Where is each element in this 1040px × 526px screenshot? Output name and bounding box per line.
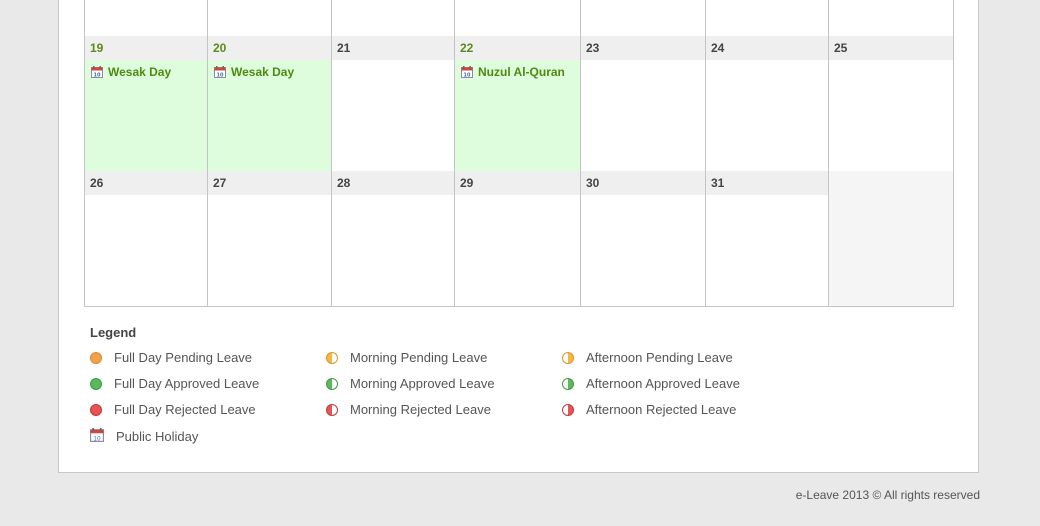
- legend-label: Afternoon Approved Leave: [586, 376, 740, 391]
- legend-item-full-pending: Full Day Pending Leave: [90, 350, 252, 365]
- calendar-icon: 10: [214, 66, 226, 78]
- legend-item-public-holiday: 10 Public Holiday: [90, 428, 198, 445]
- day-number: 23: [581, 36, 706, 60]
- day-number: 28: [332, 171, 455, 195]
- day-cell-19[interactable]: 19 10 Wesak Day: [84, 36, 208, 172]
- day-number: 29: [455, 171, 581, 195]
- legend-item-afternoon-rejected: Afternoon Rejected Leave: [562, 402, 736, 417]
- legend-item-morning-pending: Morning Pending Leave: [326, 350, 487, 365]
- legend-item-afternoon-approved: Afternoon Approved Leave: [562, 376, 740, 391]
- day-cell-30[interactable]: 30: [580, 171, 706, 307]
- day-number: 31: [706, 171, 829, 195]
- day-number: 26: [85, 171, 208, 195]
- legend-label: Afternoon Rejected Leave: [586, 402, 737, 417]
- event-label: Wesak Day: [108, 65, 172, 79]
- morning-pending-dot-icon: [326, 351, 338, 364]
- day-cell-29[interactable]: 29: [454, 171, 581, 307]
- svg-text:10: 10: [93, 436, 101, 442]
- legend-label: Morning Rejected Leave: [350, 402, 491, 417]
- day-cell-28[interactable]: 28: [331, 171, 455, 307]
- legend-label: Public Holiday: [116, 429, 199, 444]
- day-cell-27[interactable]: 27: [207, 171, 332, 307]
- holiday-event[interactable]: 10 Wesak Day: [214, 65, 294, 79]
- day-cell-20[interactable]: 20 10 Wesak Day: [207, 36, 332, 172]
- event-label: Nuzul Al-Quran: [478, 65, 565, 79]
- calendar-icon: 10: [90, 428, 104, 445]
- afternoon-rejected-dot-icon: [562, 403, 574, 416]
- legend-item-morning-approved: Morning Approved Leave: [326, 376, 495, 391]
- day-cell-25[interactable]: 25: [828, 36, 954, 172]
- month-calendar: 19 10 Wesak Day 20 10 Wesak Day 21 22 10…: [84, 0, 954, 307]
- legend-label: Afternoon Pending Leave: [586, 350, 733, 365]
- afternoon-approved-dot-icon: [562, 377, 574, 390]
- legend-item-afternoon-pending: Afternoon Pending Leave: [562, 350, 733, 365]
- calendar-icon: 10: [91, 66, 103, 78]
- afternoon-pending-dot-icon: [562, 351, 574, 364]
- morning-rejected-dot-icon: [326, 403, 338, 416]
- day-cell[interactable]: [207, 0, 332, 37]
- legend-item-full-rejected: Full Day Rejected Leave: [90, 402, 256, 417]
- legend-label: Morning Approved Leave: [350, 376, 495, 391]
- day-cell[interactable]: [705, 0, 829, 37]
- legend-item-morning-rejected: Morning Rejected Leave: [326, 402, 491, 417]
- legend-label: Morning Pending Leave: [350, 350, 488, 365]
- day-cell-21[interactable]: 21: [331, 36, 455, 172]
- day-number: 27: [208, 171, 332, 195]
- empty-day-cell: [828, 171, 954, 307]
- event-label: Wesak Day: [231, 65, 295, 79]
- day-cell-24[interactable]: 24: [705, 36, 829, 172]
- holiday-event[interactable]: 10 Nuzul Al-Quran: [461, 65, 565, 79]
- holiday-event[interactable]: 10 Wesak Day: [91, 65, 171, 79]
- footer-copyright: e-Leave 2013 © All rights reserved: [795, 488, 980, 502]
- legend-label: Full Day Approved Leave: [114, 376, 260, 391]
- day-number: 30: [581, 171, 706, 195]
- full-approved-dot-icon: [90, 377, 102, 390]
- day-number: 21: [332, 36, 455, 60]
- day-cell[interactable]: [580, 0, 706, 37]
- svg-text:10: 10: [464, 73, 471, 79]
- svg-text:10: 10: [217, 73, 224, 79]
- day-cell[interactable]: [828, 0, 954, 37]
- day-cell[interactable]: [84, 0, 208, 37]
- day-cell[interactable]: [331, 0, 455, 37]
- day-cell-22[interactable]: 22 10 Nuzul Al-Quran: [454, 36, 581, 172]
- svg-text:10: 10: [94, 73, 101, 79]
- day-cell[interactable]: [454, 0, 581, 37]
- morning-approved-dot-icon: [326, 377, 338, 390]
- day-cell-26[interactable]: 26: [84, 171, 208, 307]
- day-cell-23[interactable]: 23: [580, 36, 706, 172]
- day-number: 22: [455, 36, 581, 60]
- full-rejected-dot-icon: [90, 403, 102, 416]
- legend-label: Full Day Pending Leave: [114, 350, 253, 365]
- legend-item-full-approved: Full Day Approved Leave: [90, 376, 259, 391]
- day-number: 19: [85, 36, 208, 60]
- day-number: 24: [706, 36, 829, 60]
- legend-title: Legend: [90, 325, 137, 340]
- calendar-icon: 10: [461, 66, 473, 78]
- day-number: 25: [829, 36, 953, 60]
- full-pending-dot-icon: [90, 351, 102, 364]
- legend-label: Full Day Rejected Leave: [114, 402, 256, 417]
- day-number: 20: [208, 36, 332, 60]
- day-cell-31[interactable]: 31: [705, 171, 829, 307]
